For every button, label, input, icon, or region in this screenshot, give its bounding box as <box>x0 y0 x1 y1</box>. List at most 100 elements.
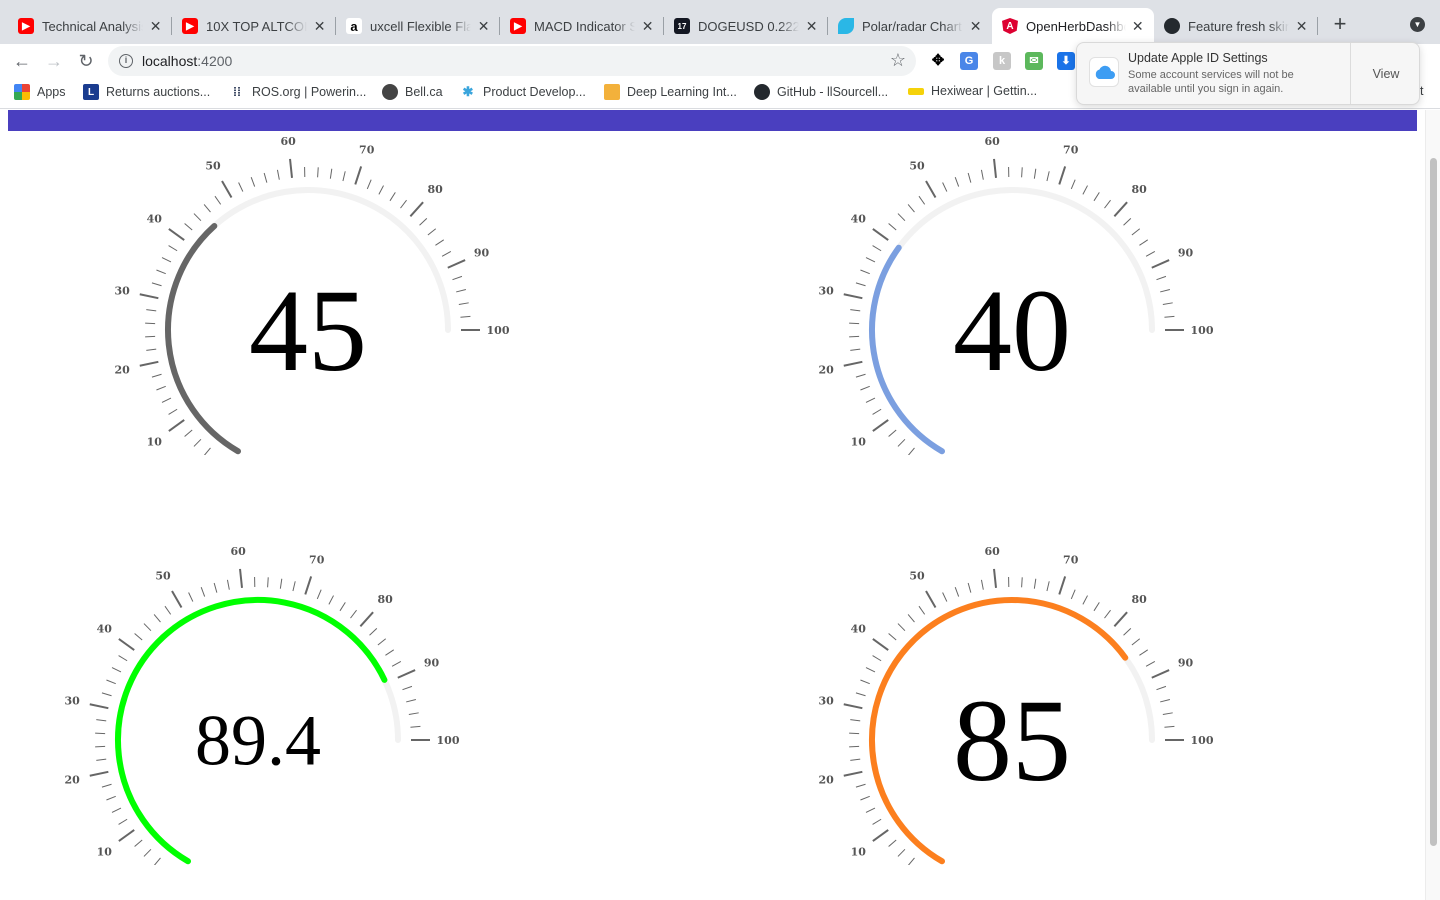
close-tab-icon[interactable]: ✕ <box>805 18 818 35</box>
gauge-minor-tick <box>1104 609 1111 619</box>
gauge-major-tick <box>1113 201 1128 217</box>
gauge-minor-tick <box>292 581 296 592</box>
gauge-minor-tick <box>400 199 407 209</box>
gauge-minor-tick <box>153 857 161 865</box>
gauge-scale-label: 30 <box>114 284 130 297</box>
scrollbar-thumb[interactable] <box>1430 158 1437 846</box>
close-tab-icon[interactable]: ✕ <box>1295 18 1308 35</box>
gauge-major-tick <box>168 228 185 241</box>
gauge-minor-tick <box>134 633 143 641</box>
bookmark-item[interactable]: ✱ Product Develop... <box>460 84 586 100</box>
gauge-major-tick <box>447 259 466 269</box>
gauge-scale-label: 10 <box>97 846 113 859</box>
bookmark-item[interactable]: GitHub - llSourcell... <box>754 84 888 100</box>
browser-tab[interactable]: ▶ 10X TOP ALTCOINS ✕ <box>172 8 336 44</box>
gauge-minor-tick <box>96 719 107 722</box>
gauge-minor-tick <box>1160 698 1171 703</box>
gauge-minor-tick <box>1145 251 1156 257</box>
download-icon[interactable]: ⬇ <box>1057 52 1075 70</box>
gauge-2: 010203040506070809010040 <box>818 135 1214 455</box>
gauge-minor-tick <box>369 628 378 636</box>
gauge-scale-label: 50 <box>205 159 221 172</box>
url-text[interactable]: localhost:4200 <box>142 53 232 69</box>
bookmark-apps[interactable]: Apps <box>14 84 66 100</box>
gauge-major-tick <box>993 158 998 178</box>
bookmark-item[interactable]: Hexiwear | Gettin... <box>908 84 1037 98</box>
gauge-major-tick <box>139 360 159 367</box>
browser-tab[interactable]: Polar/radar Chart ✕ <box>828 8 992 44</box>
gauge-minor-tick <box>865 667 876 673</box>
gauge-minor-tick <box>942 592 948 602</box>
new-tab-button[interactable]: + <box>1328 12 1352 36</box>
gauge-minor-tick <box>410 725 421 728</box>
gauge-minor-tick <box>156 269 166 275</box>
gauge-minor-tick <box>872 245 882 252</box>
gauge-major-tick <box>843 770 863 777</box>
gauge-minor-tick <box>1021 167 1023 178</box>
browser-tab[interactable]: 17 DOGEUSD 0.2222 ✕ <box>664 8 828 44</box>
extension-inbox-icon[interactable]: ✉ <box>1025 52 1043 70</box>
gauge-scale-label: 80 <box>1131 593 1147 606</box>
extension-k-icon[interactable]: k <box>993 52 1011 70</box>
bookmark-label: Apps <box>37 85 66 99</box>
bookmark-overflow[interactable]: t <box>1420 84 1423 98</box>
bookmark-item[interactable]: ⁞⁞ ROS.org | Powerin... <box>229 84 366 100</box>
gauge-minor-tick <box>865 257 876 263</box>
close-tab-icon[interactable]: ✕ <box>969 18 982 35</box>
gauge-minor-tick <box>151 373 162 378</box>
gauge-scale-label: 30 <box>818 694 834 707</box>
close-tab-icon[interactable]: ✕ <box>149 18 162 35</box>
gauge-minor-tick <box>153 614 161 623</box>
gauge-major-tick <box>872 829 889 842</box>
tab-title: MACD Indicator Se <box>534 18 636 34</box>
gauge-minor-tick <box>427 228 437 236</box>
gauge-minor-tick <box>168 408 178 415</box>
gauge-major-tick <box>872 638 889 651</box>
tab-title: Feature fresh skin <box>1188 18 1290 34</box>
browser-tab[interactable]: ▶ MACD Indicator Se ✕ <box>500 8 664 44</box>
tab-search-icon[interactable]: ▼ <box>1410 17 1425 32</box>
vertical-scrollbar[interactable] <box>1425 110 1440 900</box>
gauge-minor-tick <box>1082 595 1088 605</box>
browser-tab[interactable]: ▶ Technical Analysis ✕ <box>8 8 172 44</box>
gauge-minor-tick <box>1033 578 1037 589</box>
gauge-scale-label: 60 <box>984 545 1000 558</box>
bookmark-item[interactable]: Deep Learning Int... <box>604 84 737 100</box>
gauge-major-tick <box>118 638 135 651</box>
coursera-icon <box>604 84 620 100</box>
close-tab-icon[interactable]: ✕ <box>1132 18 1144 35</box>
browser-tab-active[interactable]: A OpenHerbDashbo ✕ <box>992 8 1154 44</box>
forward-arrow-icon[interactable]: → <box>42 49 66 73</box>
gauge-major-tick <box>89 703 109 710</box>
apple-id-notification[interactable]: Update Apple ID Settings Some account se… <box>1076 42 1420 105</box>
gauge-minor-tick <box>1139 239 1149 246</box>
browser-tab[interactable]: a uxcell Flexible Flat ✕ <box>336 8 500 44</box>
close-tab-icon[interactable]: ✕ <box>477 18 490 35</box>
gauge-major-tick <box>354 166 363 185</box>
notification-view-button[interactable]: View <box>1351 67 1421 81</box>
google-translate-icon[interactable]: G <box>960 52 978 70</box>
close-tab-icon[interactable]: ✕ <box>641 18 654 35</box>
gauge-minor-tick <box>1162 302 1173 305</box>
gauge-minor-tick <box>213 582 218 593</box>
gauge-minor-tick <box>1046 581 1050 592</box>
gauge-minor-tick <box>850 719 861 722</box>
gauge-minor-tick <box>238 182 244 192</box>
gauge-minor-tick <box>101 783 112 788</box>
gauge-major-tick <box>843 293 863 300</box>
bookmark-item[interactable]: Bell.ca <box>382 84 443 100</box>
gauge-minor-tick <box>203 447 211 455</box>
close-tab-icon[interactable]: ✕ <box>313 18 326 35</box>
gauge-scale-label: 20 <box>818 774 834 787</box>
gauge-minor-tick <box>1145 661 1156 667</box>
address-bar[interactable]: i localhost:4200 ☆ <box>108 46 916 76</box>
gauge-minor-tick <box>855 282 866 287</box>
site-info-icon[interactable]: i <box>119 54 133 68</box>
back-arrow-icon[interactable]: ← <box>10 49 34 73</box>
bookmark-star-icon[interactable]: ☆ <box>890 50 906 71</box>
extension-paw-icon[interactable]: ✥ <box>929 52 947 70</box>
bookmark-item[interactable]: L Returns auctions... <box>83 84 210 100</box>
gauge-major-tick <box>221 180 233 198</box>
browser-tab[interactable]: Feature fresh skin ✕ <box>1154 8 1318 44</box>
reload-icon[interactable]: ↻ <box>74 49 98 73</box>
